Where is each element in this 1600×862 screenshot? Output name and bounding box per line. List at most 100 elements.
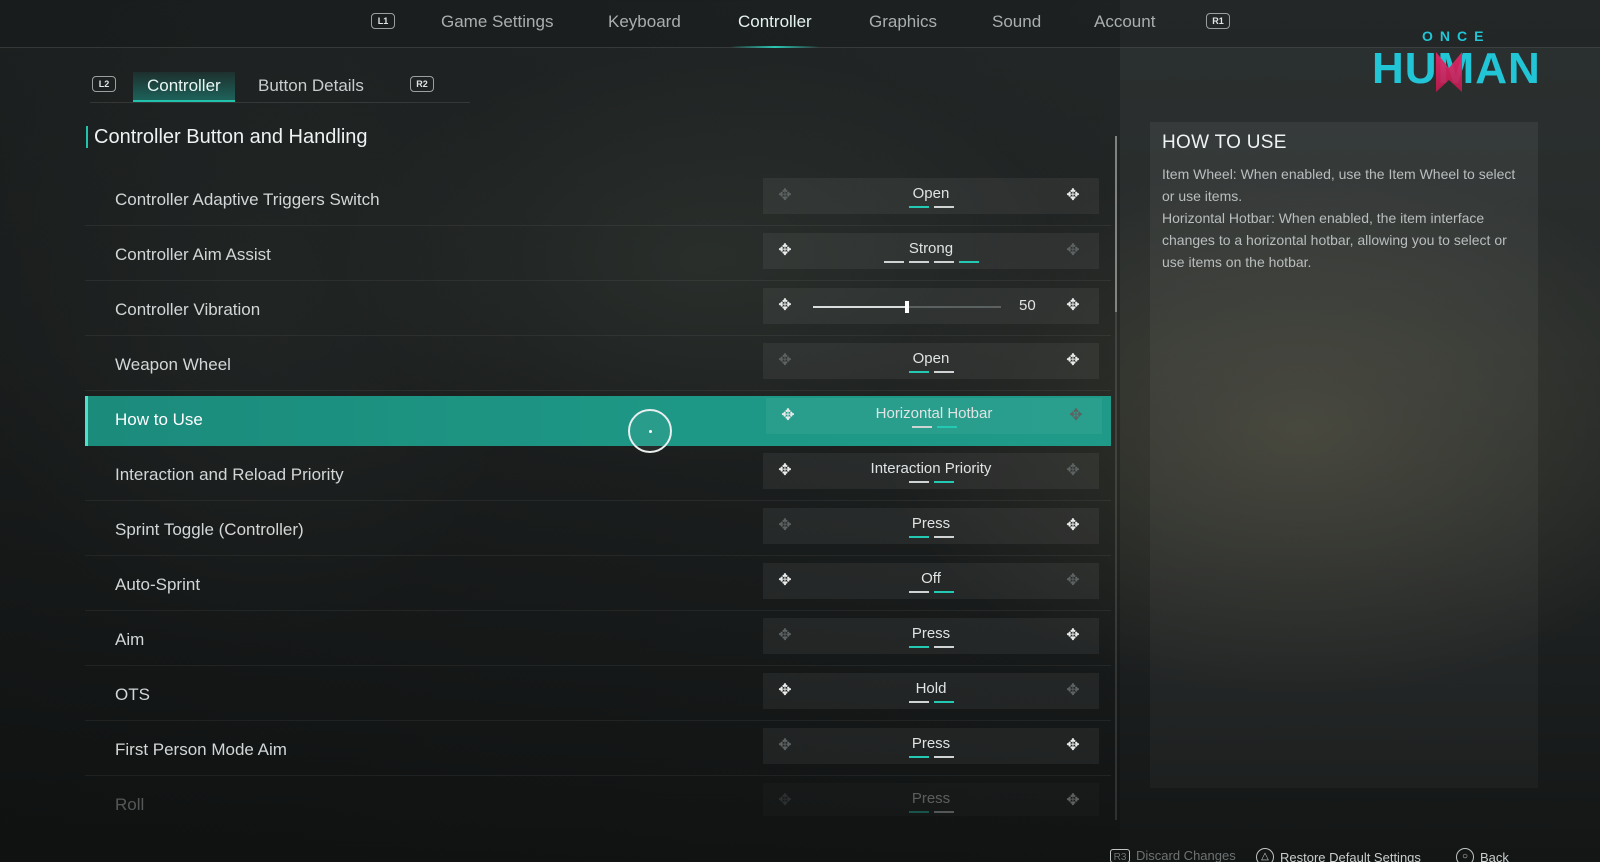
- sub-tabs: L2 Controller Button Details R2: [90, 70, 470, 102]
- info-paragraph: Horizontal Hotbar: When enabled, the ite…: [1162, 210, 1507, 270]
- slider-fill: [813, 306, 907, 308]
- setting-selector[interactable]: ✥ Press ✥: [763, 783, 1099, 816]
- setting-value: Press: [911, 625, 951, 642]
- circle-button-icon: ○: [1456, 848, 1474, 862]
- tab-account[interactable]: Account: [1094, 12, 1155, 32]
- tab-graphics[interactable]: Graphics: [869, 12, 937, 32]
- dpad-right-icon[interactable]: ✥: [1066, 407, 1086, 425]
- tab-game-settings[interactable]: Game Settings: [441, 12, 553, 32]
- setting-selector[interactable]: ✥ Press ✥: [763, 728, 1099, 764]
- setting-selector[interactable]: ✥ Hold ✥: [763, 673, 1099, 709]
- option-tick: [883, 261, 904, 263]
- subtab-button-details[interactable]: Button Details: [244, 72, 378, 102]
- option-tick: [908, 646, 929, 648]
- setting-label: OTS: [115, 685, 150, 704]
- l1-bumper-icon[interactable]: L1: [371, 13, 395, 29]
- dpad-right-icon[interactable]: ✥: [1063, 682, 1083, 700]
- dpad-left-icon[interactable]: ✥: [775, 737, 795, 755]
- setting-label: Weapon Wheel: [115, 355, 231, 374]
- dpad-left-icon[interactable]: ✥: [775, 792, 795, 810]
- setting-selector[interactable]: ✥ Strong ✥: [763, 233, 1099, 269]
- option-tick: [933, 206, 954, 208]
- option-indicator: [908, 371, 954, 373]
- tab-controller[interactable]: Controller: [738, 12, 812, 32]
- option-tick: [933, 481, 954, 483]
- scrollbar-thumb[interactable]: [1115, 136, 1117, 312]
- setting-selector[interactable]: ✥ Open ✥: [763, 343, 1099, 379]
- dpad-right-icon[interactable]: ✥: [1063, 517, 1083, 535]
- setting-selector[interactable]: ✥ Horizontal Hotbar ✥: [766, 398, 1102, 434]
- dpad-right-icon[interactable]: ✥: [1063, 737, 1083, 755]
- option-tick: [958, 261, 979, 263]
- setting-row[interactable]: Controller Adaptive Triggers Switch ✥ Open…: [85, 176, 1111, 226]
- slider-track[interactable]: [813, 301, 1001, 313]
- dpad-left-icon[interactable]: ✥: [775, 352, 795, 370]
- setting-row[interactable]: Interaction and Reload Priority ✥ Interact…: [85, 451, 1111, 501]
- restore-defaults-label: Restore Default Settings: [1280, 849, 1421, 862]
- setting-row[interactable]: Controller Aim Assist ✥ Strong ✥: [85, 231, 1111, 281]
- setting-row[interactable]: First Person Mode Aim ✥ Press ✥: [85, 726, 1111, 776]
- tab-keyboard[interactable]: Keyboard: [608, 12, 681, 32]
- l2-bumper-icon[interactable]: L2: [92, 76, 116, 92]
- setting-selector[interactable]: ✥ Press ✥: [763, 508, 1099, 544]
- back-button[interactable]: ○ Back: [1456, 848, 1509, 862]
- option-indicator: [908, 536, 954, 538]
- slider-value: 50: [1019, 297, 1036, 314]
- tab-sound[interactable]: Sound: [992, 12, 1041, 32]
- dpad-left-icon[interactable]: ✥: [775, 242, 795, 260]
- setting-row[interactable]: Roll ✥ Press ✥: [85, 781, 1111, 816]
- option-tick: [908, 481, 929, 483]
- dpad-left-icon[interactable]: ✥: [775, 682, 795, 700]
- setting-row[interactable]: Weapon Wheel ✥ Open ✥: [85, 341, 1111, 391]
- option-tick: [908, 261, 929, 263]
- option-indicator: [908, 591, 954, 593]
- slider-handle[interactable]: [905, 301, 909, 313]
- setting-row[interactable]: Sprint Toggle (Controller) ✥ Press ✥: [85, 506, 1111, 556]
- dpad-left-icon[interactable]: ✥: [775, 572, 795, 590]
- discard-changes-button[interactable]: R3 Discard Changes: [1110, 848, 1236, 862]
- setting-row[interactable]: How to Use ✥ Horizontal Hotbar ✥: [85, 396, 1111, 446]
- setting-selector[interactable]: ✥ Off ✥: [763, 563, 1099, 599]
- r1-bumper-icon[interactable]: R1: [1206, 13, 1230, 29]
- dpad-left-icon[interactable]: ✥: [775, 517, 795, 535]
- settings-list: Controller Adaptive Triggers Switch ✥ Open…: [85, 176, 1111, 816]
- dpad-left-icon[interactable]: ✥: [775, 297, 795, 315]
- dpad-right-icon[interactable]: ✥: [1063, 462, 1083, 480]
- r2-bumper-icon[interactable]: R2: [410, 76, 434, 92]
- footer-hints: R3 Discard Changes △ Restore Default Set…: [1100, 848, 1580, 862]
- dpad-left-icon[interactable]: ✥: [775, 627, 795, 645]
- dpad-right-icon[interactable]: ✥: [1063, 352, 1083, 370]
- dpad-right-icon[interactable]: ✥: [1063, 572, 1083, 590]
- setting-value: Open: [912, 350, 950, 367]
- setting-selector[interactable]: ✥ Open ✥: [763, 178, 1099, 214]
- dpad-right-icon[interactable]: ✥: [1063, 792, 1083, 810]
- triangle-button-icon: △: [1256, 848, 1274, 862]
- setting-selector[interactable]: ✥ Press ✥: [763, 618, 1099, 654]
- subtab-controller[interactable]: Controller: [133, 72, 235, 102]
- dpad-right-icon[interactable]: ✥: [1063, 627, 1083, 645]
- dpad-right-icon[interactable]: ✥: [1063, 297, 1083, 315]
- setting-value: Horizontal Hotbar: [875, 405, 993, 422]
- restore-defaults-button[interactable]: △ Restore Default Settings: [1256, 848, 1421, 862]
- option-tick: [908, 811, 929, 813]
- dpad-right-icon[interactable]: ✥: [1063, 242, 1083, 260]
- setting-row[interactable]: Auto-Sprint ✥ Off ✥: [85, 561, 1111, 611]
- setting-row[interactable]: Aim ✥ Press ✥: [85, 616, 1111, 666]
- option-tick: [933, 811, 954, 813]
- setting-row[interactable]: Controller Vibration ✥ 50 ✥: [85, 286, 1111, 336]
- setting-selector[interactable]: ✥ Interaction Priority ✥: [763, 453, 1099, 489]
- dpad-right-icon[interactable]: ✥: [1063, 187, 1083, 205]
- settings-scrollbar[interactable]: [1115, 136, 1117, 820]
- dpad-left-icon[interactable]: ✥: [775, 462, 795, 480]
- dpad-left-icon[interactable]: ✥: [778, 407, 798, 425]
- info-body: Item Wheel: When enabled, use the Item W…: [1162, 163, 1526, 273]
- info-panel: HOW TO USE Item Wheel: When enabled, use…: [1150, 122, 1538, 788]
- option-indicator: [908, 701, 954, 703]
- option-tick: [936, 426, 957, 428]
- setting-slider[interactable]: ✥ 50 ✥: [763, 288, 1099, 324]
- option-indicator: [883, 261, 979, 263]
- setting-label: Controller Vibration: [115, 300, 261, 319]
- back-label: Back: [1480, 849, 1509, 862]
- setting-row[interactable]: OTS ✥ Hold ✥: [85, 671, 1111, 721]
- dpad-left-icon[interactable]: ✥: [775, 187, 795, 205]
